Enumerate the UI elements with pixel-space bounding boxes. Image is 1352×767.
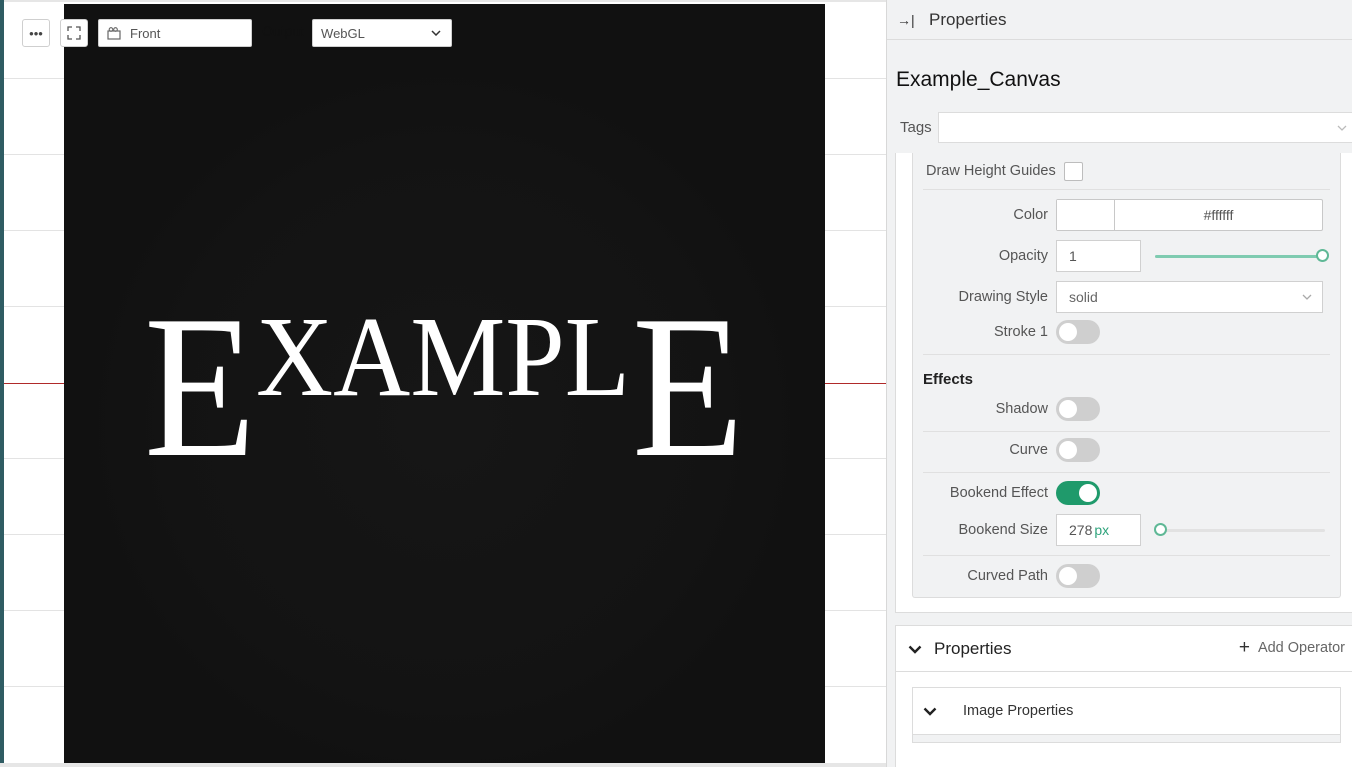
color-picker[interactable]: #ffffff xyxy=(1056,199,1323,231)
chevron-down-icon xyxy=(1302,294,1312,300)
color-hex-value[interactable]: #ffffff xyxy=(1115,200,1322,230)
camera-value: Front xyxy=(130,25,161,41)
canvas-middle-text: XAMPL xyxy=(256,293,630,420)
stroke-label: Stroke 1 xyxy=(994,324,1048,340)
bookend-size-slider-thumb[interactable] xyxy=(1154,522,1167,536)
fullscreen-button[interactable] xyxy=(60,19,88,47)
bookend-size-slider[interactable] xyxy=(1154,522,1325,538)
bookend-last-letter: E xyxy=(632,274,744,500)
toggle-knob xyxy=(1059,400,1077,418)
toggle-knob xyxy=(1059,441,1077,459)
curved-path-toggle[interactable] xyxy=(1056,564,1100,588)
image-properties-title: Image Properties xyxy=(963,703,1074,719)
drawing-style-row: Drawing Style solid xyxy=(923,281,1330,313)
add-operator-label: Add Operator xyxy=(1257,640,1345,656)
toggle-knob xyxy=(1079,484,1097,502)
shadow-row: Shadow xyxy=(923,395,1330,432)
bookend-size-value: 278 xyxy=(1069,521,1093,538)
curve-toggle[interactable] xyxy=(1056,438,1100,462)
drawing-style-label: Drawing Style xyxy=(958,289,1048,305)
bookend-size-label: Bookend Size xyxy=(958,521,1048,538)
canvas-text-art: E XAMPL E xyxy=(144,274,744,500)
text-section: Draw Height Guides Color #ffffff Opacity… xyxy=(895,153,1352,613)
opacity-value: 1 xyxy=(1069,248,1077,264)
bookend-size-row: Bookend Size 278 px xyxy=(923,513,1330,556)
draw-height-guides-label: Draw Height Guides xyxy=(926,163,1056,179)
image-properties-header[interactable]: Image Properties xyxy=(912,687,1341,735)
panel-header: →| Properties xyxy=(887,0,1352,40)
bookend-size-input[interactable]: 278 px xyxy=(1056,513,1141,546)
output-select[interactable]: WebGL xyxy=(312,19,453,47)
properties-panel: →| Properties Example_Canvas Tags Draw H… xyxy=(886,0,1352,767)
camera-icon xyxy=(107,26,122,40)
drawing-style-select[interactable]: solid xyxy=(1056,281,1323,313)
shadow-toggle[interactable] xyxy=(1056,397,1100,421)
chevron-down-icon xyxy=(431,30,441,36)
effects-heading: Effects xyxy=(923,371,974,388)
properties-section-title: Properties xyxy=(934,638,1012,658)
curve-label: Curve xyxy=(1009,442,1048,458)
stroke-row: Stroke 1 xyxy=(923,318,1330,355)
plus-icon: + xyxy=(1238,637,1250,658)
toggle-knob xyxy=(1059,323,1077,341)
bookend-effect-label: Bookend Effect xyxy=(949,485,1048,501)
style-card: Draw Height Guides Color #ffffff Opacity… xyxy=(912,153,1341,598)
bottom-scrollbar[interactable] xyxy=(0,763,886,767)
viewport-toolbar: ••• Front Output WebGL xyxy=(22,19,453,47)
toggle-knob xyxy=(1059,567,1077,585)
add-operator-button[interactable]: + Add Operator xyxy=(1238,637,1345,658)
fullscreen-icon xyxy=(67,26,81,40)
opacity-slider-fill xyxy=(1155,255,1323,258)
properties-section-body: Image Properties xyxy=(895,672,1352,767)
output-value: WebGL xyxy=(321,25,365,41)
draw-height-guides-row: Draw Height Guides xyxy=(923,153,1330,190)
object-name: Example_Canvas xyxy=(896,68,1061,91)
bookend-effect-toggle[interactable] xyxy=(1056,481,1100,505)
shadow-label: Shadow xyxy=(995,401,1048,417)
image-properties-body xyxy=(912,735,1341,743)
more-icon: ••• xyxy=(29,25,43,41)
canvas-preview[interactable]: E XAMPL E xyxy=(64,4,825,763)
app-root: E XAMPL E ••• Front Output WebGL →| Prop… xyxy=(0,0,1352,767)
tags-row: Tags xyxy=(896,112,1352,143)
opacity-slider-thumb[interactable] xyxy=(1316,249,1329,262)
output-label: Output xyxy=(262,23,305,39)
chevron-down-icon[interactable] xyxy=(908,641,922,657)
bookend-first-letter: E xyxy=(144,274,256,500)
camera-select[interactable]: Front xyxy=(98,19,252,47)
tags-input[interactable] xyxy=(938,112,1352,143)
more-options-button[interactable]: ••• xyxy=(22,19,50,47)
opacity-slider[interactable] xyxy=(1155,248,1329,264)
properties-section-header[interactable]: Properties + Add Operator xyxy=(895,625,1352,672)
collapse-panel-icon[interactable]: →| xyxy=(897,12,915,28)
color-label: Color xyxy=(1013,207,1048,223)
stroke-toggle[interactable] xyxy=(1056,320,1100,344)
panel-title: Properties xyxy=(929,9,1007,29)
chevron-down-icon xyxy=(1337,125,1347,131)
color-row: Color #ffffff xyxy=(923,199,1330,231)
draw-height-guides-checkbox[interactable] xyxy=(1063,161,1083,181)
color-swatch[interactable] xyxy=(1057,200,1115,230)
viewport[interactable]: E XAMPL E ••• Front Output WebGL xyxy=(4,0,886,763)
curved-path-label: Curved Path xyxy=(967,568,1048,584)
tags-label: Tags xyxy=(900,119,932,136)
opacity-row: Opacity 1 xyxy=(923,240,1330,272)
curved-path-row: Curved Path xyxy=(923,563,1330,589)
opacity-label: Opacity xyxy=(998,248,1048,264)
bookend-size-slider-track xyxy=(1155,528,1325,532)
curve-row: Curve xyxy=(923,436,1330,473)
drawing-style-value: solid xyxy=(1069,289,1098,305)
bookend-effect-row: Bookend Effect xyxy=(923,480,1330,506)
opacity-input[interactable]: 1 xyxy=(1056,240,1141,272)
chevron-down-icon[interactable] xyxy=(923,703,937,719)
bookend-size-unit: px xyxy=(1094,521,1110,538)
